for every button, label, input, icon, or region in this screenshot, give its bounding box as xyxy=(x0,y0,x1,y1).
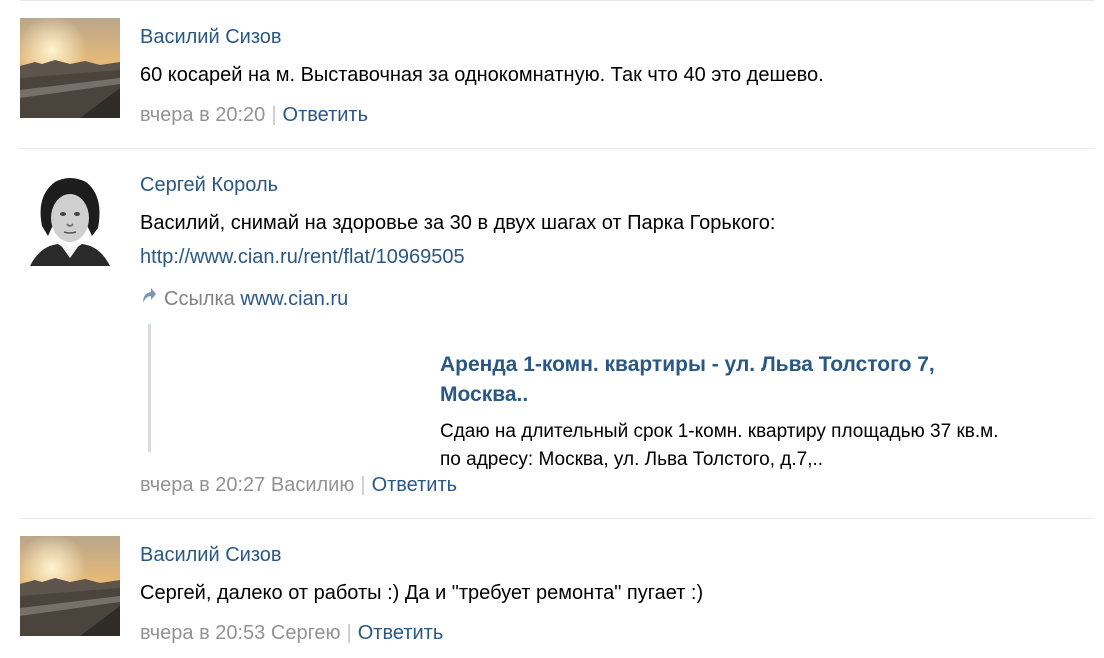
comment-meta: вчера в 20:27 Василию | Ответить xyxy=(140,472,457,498)
reply-button[interactable]: Ответить xyxy=(358,622,444,644)
reply-to[interactable]: Василию xyxy=(271,474,354,496)
comment-author[interactable]: Василий Сизов xyxy=(140,542,282,568)
attachment-header: Ссылка www.cian.ru xyxy=(140,286,348,312)
attachment-description: Сдаю на длительный срок 1-комн. квартиру… xyxy=(440,418,1080,474)
comment-separator xyxy=(20,518,1094,519)
comment-author[interactable]: Сергей Король xyxy=(140,172,278,198)
comment-meta: вчера в 20:53 Сергею | Ответить xyxy=(140,620,443,646)
comment-time[interactable]: вчера в 20:53 xyxy=(140,622,265,644)
attachment-title[interactable]: Аренда 1-комн. квартиры - ул. Льва Толст… xyxy=(440,350,1040,410)
avatar[interactable] xyxy=(20,18,120,118)
avatar[interactable] xyxy=(20,536,120,636)
attachment-prefix: Ссылка xyxy=(164,288,235,310)
attachment-quote-bar xyxy=(148,324,151,452)
comment-author[interactable]: Василий Сизов xyxy=(140,24,282,50)
attachment-title-line[interactable]: Москва.. xyxy=(440,380,1040,410)
attachment-title-line[interactable]: Аренда 1-комн. квартиры - ул. Льва Толст… xyxy=(440,350,1040,380)
meta-divider: | xyxy=(271,104,277,126)
comment-link[interactable]: http://www.cian.ru/rent/flat/10969505 xyxy=(140,244,465,270)
comment-text: Василий, снимай на здоровье за 30 в двух… xyxy=(140,212,776,234)
city-sunset-photo xyxy=(20,536,120,636)
attachment-domain[interactable]: www.cian.ru xyxy=(240,288,348,310)
portrait-sketch xyxy=(20,166,120,266)
comment-text: Сергей, далеко от работы :) Да и "требуе… xyxy=(140,582,704,604)
comment-time[interactable]: вчера в 20:27 xyxy=(140,474,265,496)
meta-divider: | xyxy=(346,622,352,644)
comment-meta: вчера в 20:20 | Ответить xyxy=(140,102,368,128)
top-separator xyxy=(20,0,1094,1)
avatar[interactable] xyxy=(20,166,120,266)
comment-text: 60 косарей на м. Выставочная за однокомн… xyxy=(140,64,824,86)
reply-to[interactable]: Сергею xyxy=(271,622,341,644)
attachment-desc-line: по адресу: Москва, ул. Льва Толстого, д.… xyxy=(440,449,824,470)
meta-divider: | xyxy=(360,474,366,496)
comment-separator xyxy=(20,148,1094,149)
share-arrow-icon xyxy=(140,286,156,312)
reply-button[interactable]: Ответить xyxy=(283,104,369,126)
comment-time[interactable]: вчера в 20:20 xyxy=(140,104,265,126)
attachment-desc-line: Сдаю на длительный срок 1-комн. квартиру… xyxy=(440,421,999,442)
reply-button[interactable]: Ответить xyxy=(372,474,458,496)
city-sunset-photo xyxy=(20,18,120,118)
